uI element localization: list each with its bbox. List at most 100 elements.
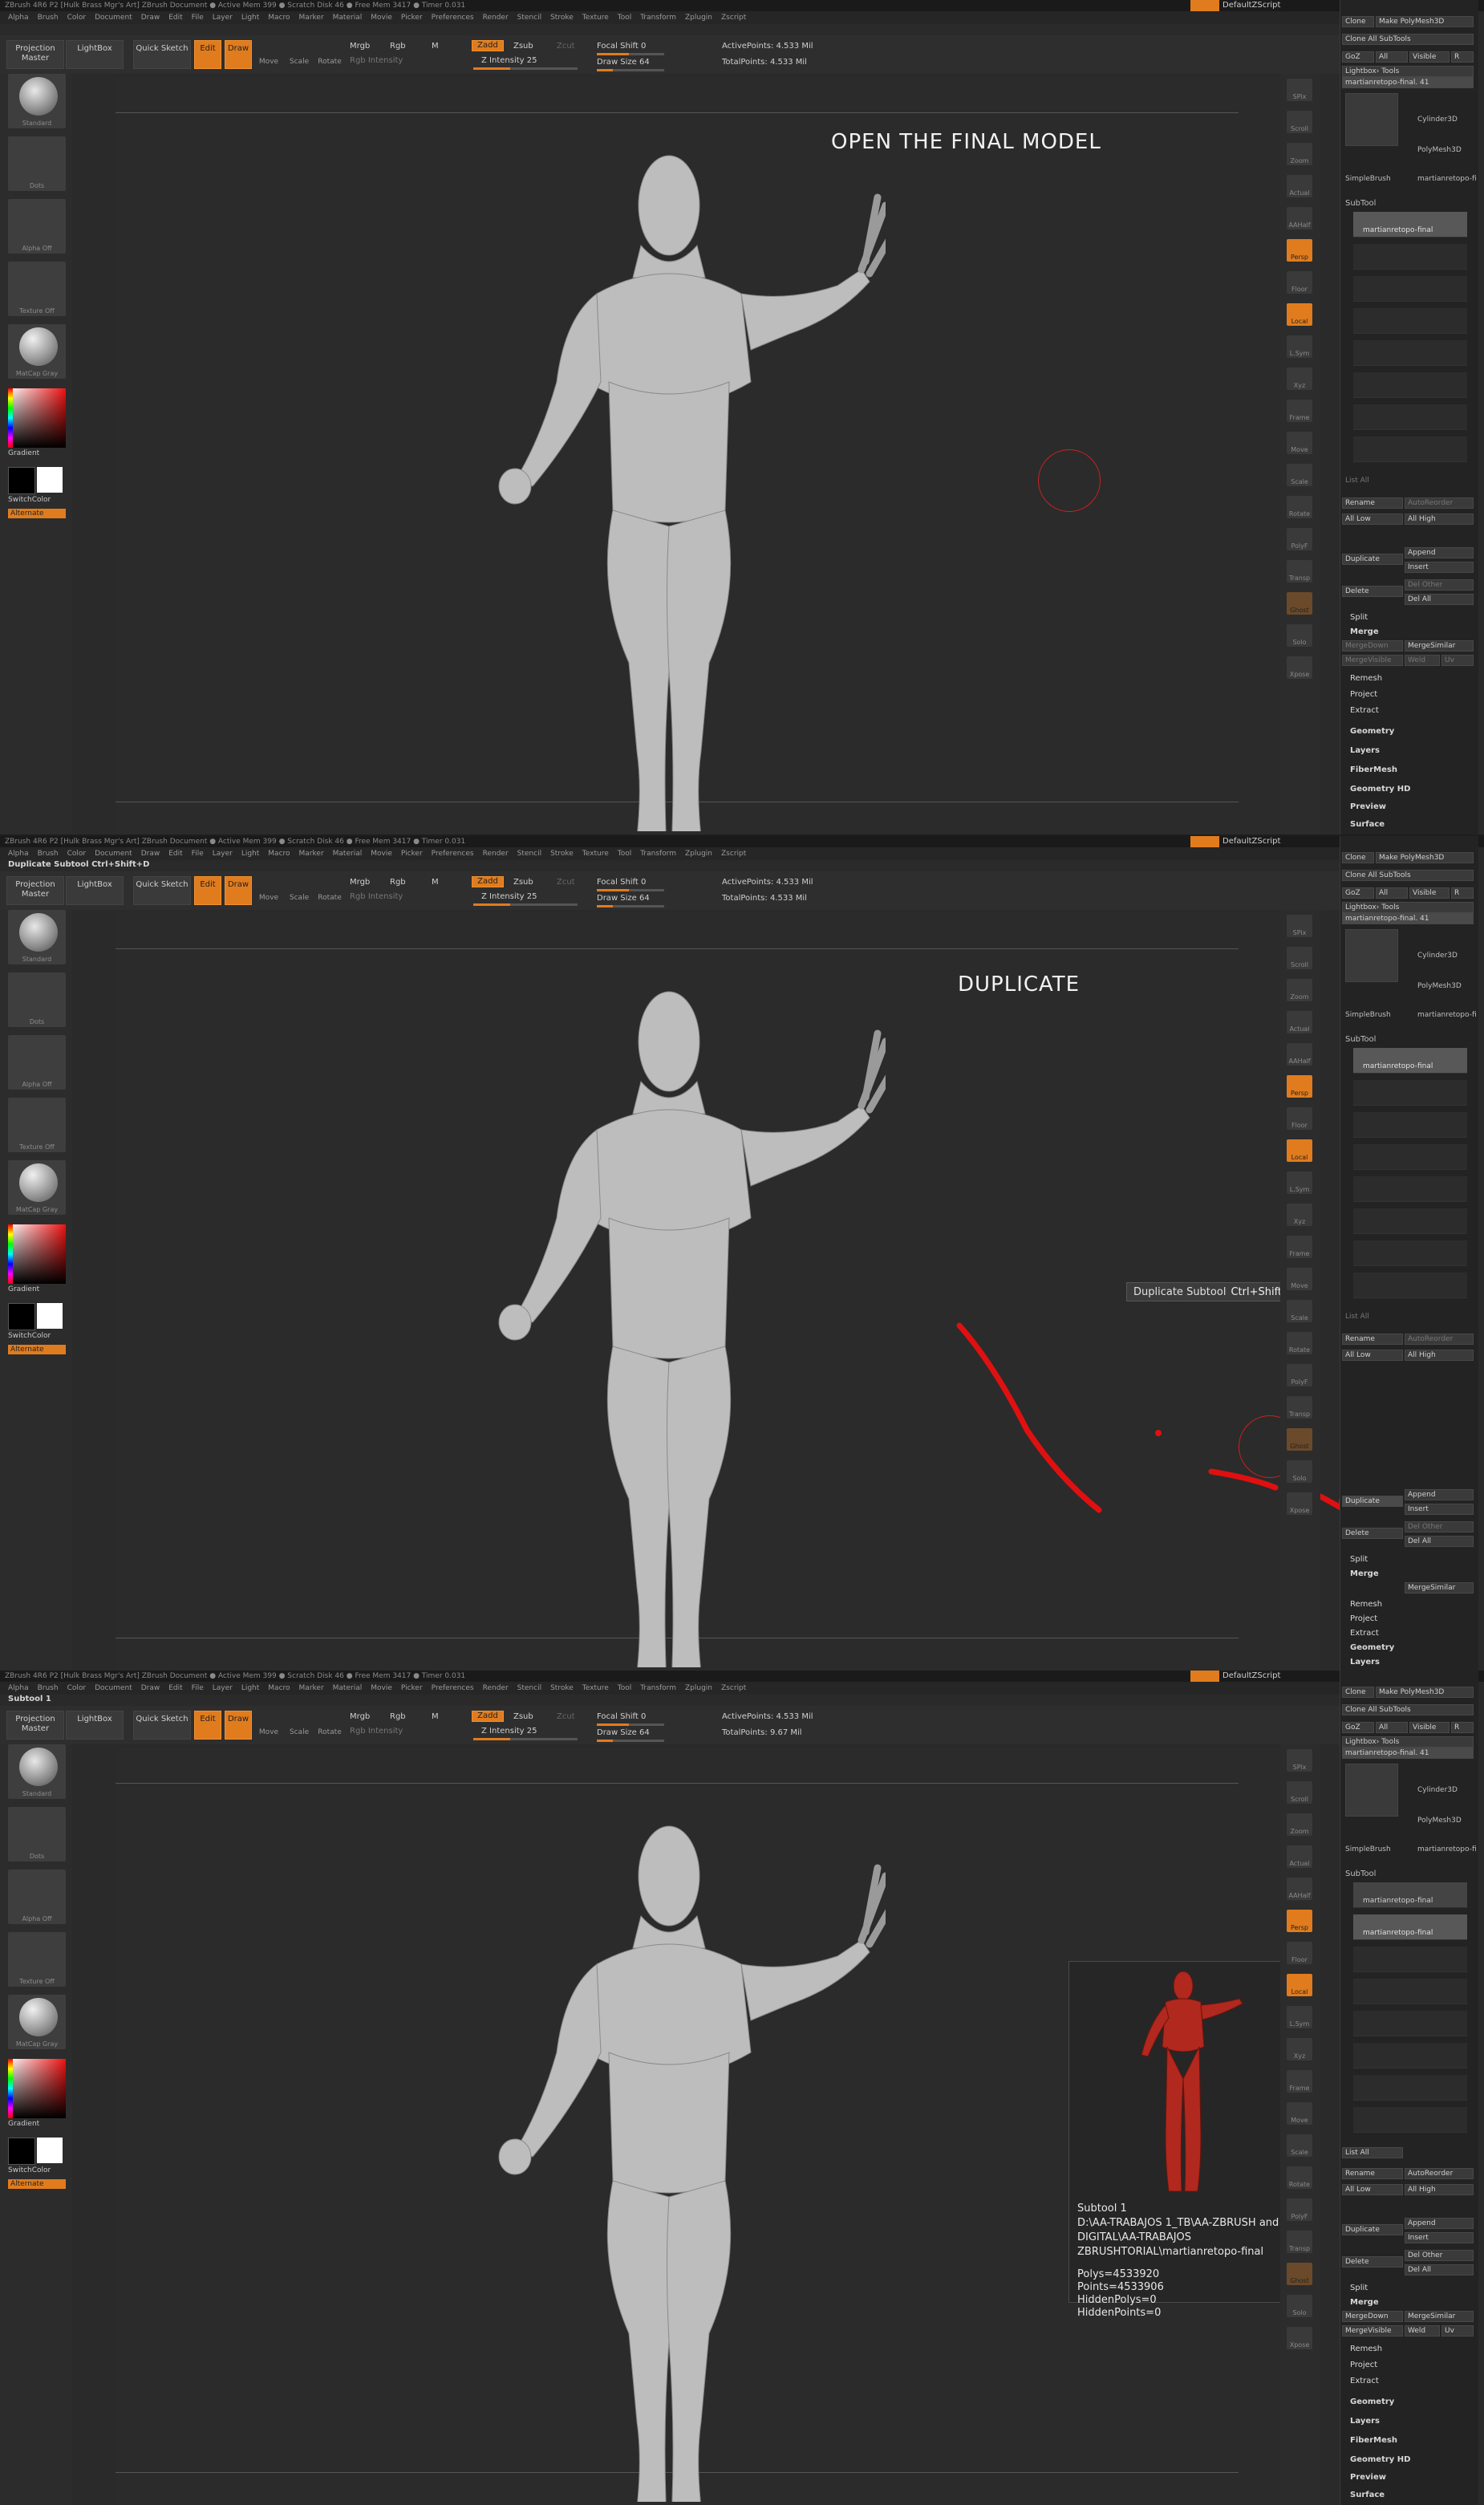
menu-item[interactable]: Stencil: [517, 1684, 541, 1692]
zoom-icon[interactable]: Zoom: [1287, 979, 1312, 1001]
lightbox-button[interactable]: LightBox: [66, 1711, 124, 1740]
alternate-button[interactable]: Alternate: [8, 509, 66, 518]
local-icon[interactable]: Local: [1287, 1974, 1312, 1996]
frame-icon[interactable]: Frame: [1287, 2070, 1312, 2093]
subtool-slot[interactable]: [1353, 372, 1467, 398]
lsym-icon[interactable]: L.Sym: [1287, 1171, 1312, 1194]
subtool-item[interactable]: martianretopo-final: [1353, 1882, 1467, 1908]
subtool-slot[interactable]: [1353, 340, 1467, 366]
current-tool-slider[interactable]: martianretopo-final. 41: [1342, 913, 1474, 924]
surface-section[interactable]: Surface: [1350, 2491, 1385, 2499]
geometry-hd-section[interactable]: Geometry HD: [1350, 2455, 1410, 2464]
scroll-icon[interactable]: Scroll: [1287, 947, 1312, 969]
tool-thumb-martian[interactable]: [1345, 1764, 1398, 1817]
mrgb-button[interactable]: Mrgb: [350, 878, 370, 887]
edit-button[interactable]: Edit: [194, 876, 221, 905]
z-intensity-track[interactable]: [473, 67, 578, 70]
mergevisible-button[interactable]: MergeVisible: [1342, 655, 1403, 666]
menu-item[interactable]: Render: [483, 14, 509, 22]
menu-item[interactable]: Draw: [141, 850, 160, 858]
duplicate-button[interactable]: Duplicate: [1342, 554, 1403, 565]
menu-item[interactable]: Texture: [582, 1684, 609, 1692]
material-thumbnail[interactable]: MatCap Gray: [8, 1995, 66, 2049]
del-all-button[interactable]: Del All: [1405, 1536, 1474, 1547]
z-intensity-track[interactable]: [473, 1738, 578, 1740]
surface-section[interactable]: Surface: [1350, 820, 1385, 829]
zoom-icon[interactable]: Zoom: [1287, 1813, 1312, 1836]
hue-bar[interactable]: [8, 2059, 13, 2118]
ghost-icon[interactable]: Ghost: [1287, 1428, 1312, 1451]
subtool-slot[interactable]: [1353, 2011, 1467, 2036]
scroll-icon[interactable]: Scroll: [1287, 1781, 1312, 1804]
subtool-header[interactable]: SubTool: [1345, 199, 1376, 208]
menu-item[interactable]: Alpha: [8, 850, 29, 858]
make-polymesh-button[interactable]: Make PolyMesh3D: [1376, 16, 1474, 27]
subtool-slot[interactable]: [1353, 2075, 1467, 2101]
menu-item[interactable]: File: [192, 14, 204, 22]
xpose-icon[interactable]: Xpose: [1287, 2327, 1312, 2349]
menu-item[interactable]: Brush: [38, 14, 59, 22]
menu-item[interactable]: Transform: [640, 850, 676, 858]
preview-section[interactable]: Preview: [1350, 802, 1386, 811]
move-icon[interactable]: Move: [1287, 2102, 1312, 2125]
menu-item[interactable]: Material: [333, 850, 363, 858]
menu-item[interactable]: Material: [333, 14, 363, 22]
color-picker[interactable]: [8, 2059, 66, 2118]
floor-icon[interactable]: Floor: [1287, 271, 1312, 294]
m-button[interactable]: M: [432, 878, 439, 887]
draw-button[interactable]: Draw: [225, 40, 252, 69]
rename-button[interactable]: Rename: [1342, 497, 1403, 509]
menu-item[interactable]: Layer: [213, 850, 233, 858]
subtool-slot[interactable]: [1353, 1080, 1467, 1106]
merge-button[interactable]: Merge: [1350, 1569, 1379, 1578]
mergesimilar-button[interactable]: MergeSimilar: [1405, 2311, 1474, 2322]
rgb-button[interactable]: Rgb: [390, 42, 406, 51]
menu-item[interactable]: Picker: [401, 850, 423, 858]
all-button[interactable]: All: [1376, 887, 1408, 899]
switchcolor-label[interactable]: SwitchColor: [8, 496, 51, 504]
simplebrush-label[interactable]: SimpleBrush: [1345, 1011, 1391, 1019]
subtool-slot[interactable]: [1353, 276, 1467, 302]
project-button[interactable]: Project: [1350, 1614, 1377, 1623]
solo-icon[interactable]: Solo: [1287, 1460, 1312, 1483]
append-button[interactable]: Append: [1405, 2218, 1474, 2229]
martian-short-label[interactable]: martianretopo-fi: [1417, 1845, 1477, 1853]
menu-item[interactable]: File: [192, 1684, 204, 1692]
rgb-intensity-slider[interactable]: Rgb Intensity: [350, 56, 403, 65]
del-all-button[interactable]: Del All: [1405, 594, 1474, 605]
rgb-intensity-slider[interactable]: Rgb Intensity: [350, 1727, 403, 1736]
insert-button[interactable]: Insert: [1405, 2232, 1474, 2243]
texture-thumbnail[interactable]: Texture Off: [8, 262, 66, 316]
zsub-button[interactable]: Zsub: [513, 878, 533, 887]
xyz-icon[interactable]: Xyz: [1287, 2038, 1312, 2060]
menu-item[interactable]: Tool: [618, 850, 631, 858]
projection-master-button[interactable]: Projection Master: [6, 1711, 64, 1740]
subtool-slot[interactable]: [1353, 1273, 1467, 1298]
xpose-icon[interactable]: Xpose: [1287, 1492, 1312, 1515]
subtool-item-active[interactable]: martianretopo-final: [1353, 1914, 1467, 1940]
menu-item[interactable]: Stencil: [517, 14, 541, 22]
color-picker[interactable]: [8, 388, 66, 448]
menu-item[interactable]: Preferences: [432, 850, 474, 858]
canvas-viewport[interactable]: OPEN THE FINAL MODEL: [116, 77, 1280, 834]
brand-badge[interactable]: [1190, 1671, 1219, 1682]
quick-sketch-button[interactable]: Quick Sketch: [133, 1711, 191, 1740]
preview-section[interactable]: Preview: [1350, 2473, 1386, 2482]
scale-icon[interactable]: Scale: [1287, 1300, 1312, 1322]
focal-shift-slider[interactable]: Focal Shift 0: [597, 878, 646, 887]
subtool-item-active[interactable]: martianretopo-final: [1353, 1048, 1467, 1074]
cylinder-label[interactable]: Cylinder3D: [1417, 116, 1458, 124]
clone-button[interactable]: Clone: [1342, 16, 1374, 27]
del-other-button[interactable]: Del Other: [1405, 2250, 1474, 2261]
menu-item[interactable]: Light: [241, 1684, 259, 1692]
mergedown-button[interactable]: MergeDown: [1342, 2311, 1403, 2322]
martian-short-label[interactable]: martianretopo-fi: [1417, 175, 1477, 183]
menu-item[interactable]: Movie: [371, 14, 392, 22]
local-icon[interactable]: Local: [1287, 1139, 1312, 1162]
delete-button[interactable]: Delete: [1342, 586, 1403, 597]
draw-size-slider[interactable]: Draw Size 64: [597, 894, 650, 903]
stroke-thumbnail[interactable]: Dots: [8, 136, 66, 191]
goz-button[interactable]: GoZ: [1342, 1722, 1374, 1733]
remesh-button[interactable]: Remesh: [1350, 2345, 1382, 2353]
sculpt-model[interactable]: [436, 141, 886, 831]
